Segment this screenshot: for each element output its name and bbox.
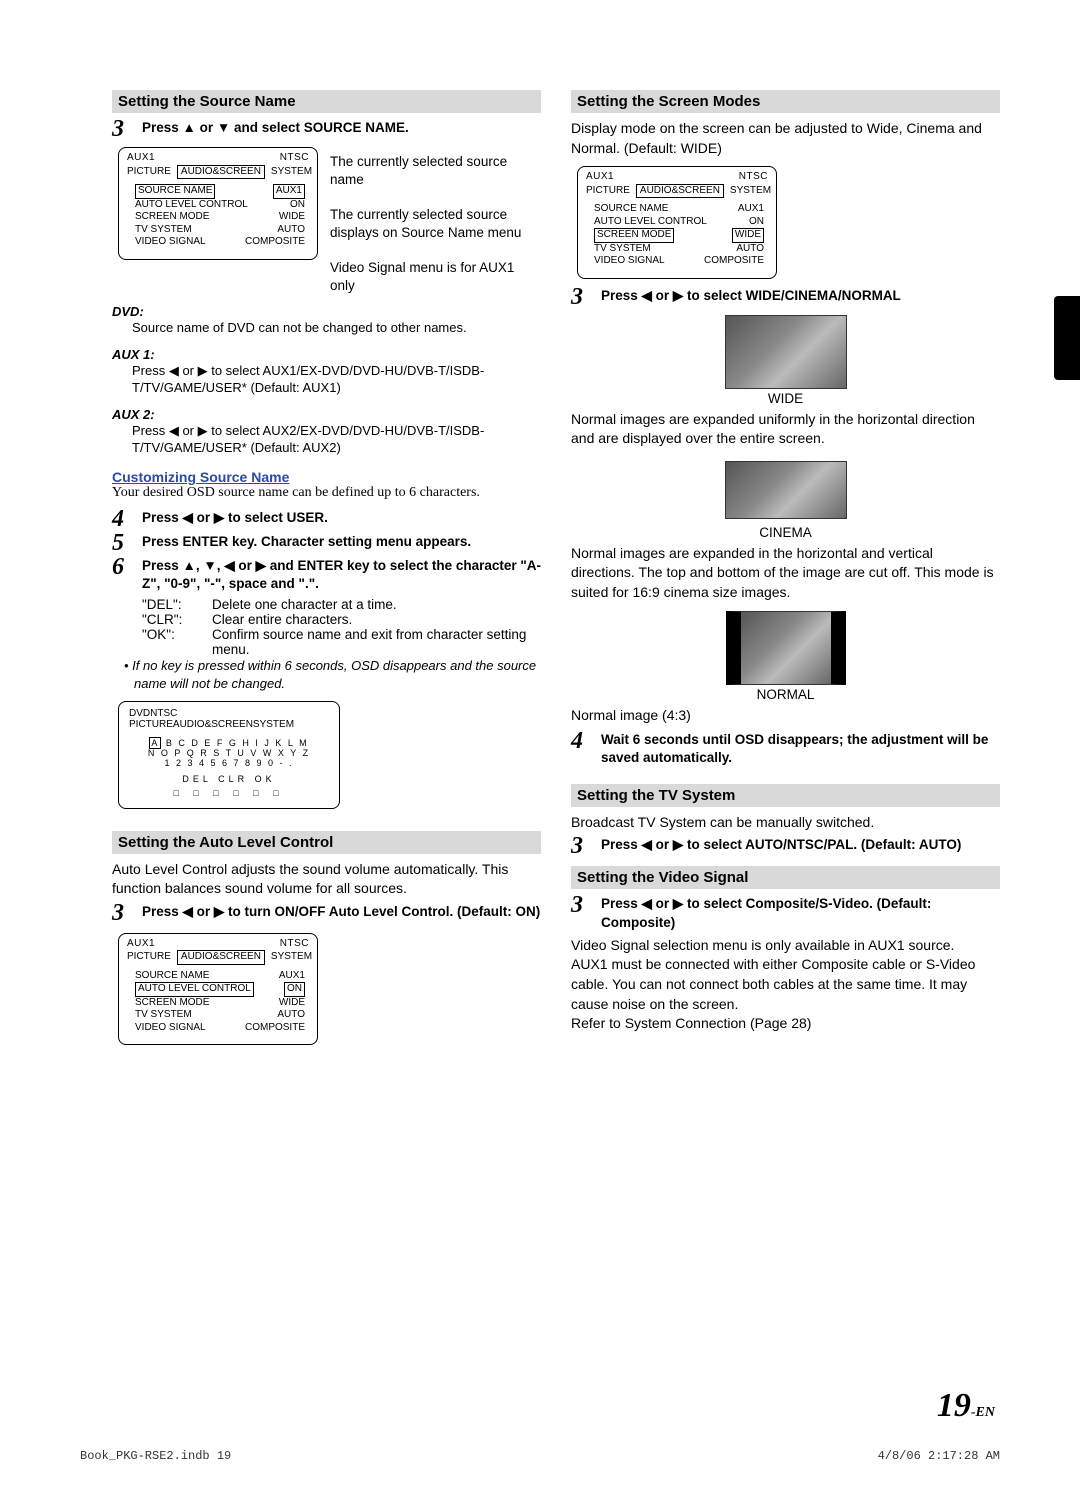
caption-2: The currently selected source displays o… [330,206,541,241]
screen-modes-body: Display mode on the screen can be adjust… [571,119,1000,158]
osd-char-entry: DVDNTSC PICTUREAUDIO&SCREENSYSTEM AA B C… [118,701,340,809]
side-tab [1054,296,1080,380]
aux2-body: Press ◀ or ▶ to select AUX2/EX-DVD/DVD-H… [132,422,541,457]
alc-step-3: 3 [112,903,132,923]
alc-body: Auto Level Control adjusts the sound vol… [112,860,541,899]
cmd-table: "DEL":Delete one character at a time. "C… [142,597,541,657]
step-3-text: Press ▲ or ▼ and select SOURCE NAME. [142,119,409,139]
step-6: 6 [112,557,132,593]
footer-right: 4/8/06 2:17:28 AM [878,1449,1000,1463]
footer: Book_PKG-RSE2.indb 19 4/8/06 2:17:28 AM [80,1449,1000,1463]
cinema-body: Normal images are expanded in the horizo… [571,544,1000,603]
section-tv-system: Setting the TV System [571,784,1000,807]
caption-3: Video Signal menu is for AUX1 only [330,259,541,294]
step-6-text: Press ▲, ▼, ◀ or ▶ and ENTER key to sele… [142,557,541,593]
sm-step-4: 4 [571,731,591,767]
right-column: Setting the Screen Modes Display mode on… [571,90,1000,1045]
osd-screen-mode: AUX1NTSC PICTUREAUDIO&SCREENSYSTEM SOURC… [577,166,777,279]
customizing-heading: Customizing Source Name [112,469,541,485]
sm-step-4-text: Wait 6 seconds until OSD disappears; the… [601,731,1000,767]
page-number: 19-EN [937,1387,995,1425]
step-4: 4 [112,509,132,529]
note-osd-timeout: • If no key is pressed within 6 seconds,… [134,657,541,692]
tv-step-3-text: Press ◀ or ▶ to select AUTO/NTSC/PAL. (D… [601,836,961,856]
section-video-signal: Setting the Video Signal [571,866,1000,889]
normal-label: NORMAL [571,687,1000,702]
osd-source-name: AUX1NTSC PICTUREAUDIO&SCREENSYSTEM SOURC… [118,147,318,260]
step-4-text: Press ◀ or ▶ to select USER. [142,509,328,529]
step-3: 3 [112,119,132,139]
wide-body: Normal images are expanded uniformly in … [571,410,1000,449]
wide-label: WIDE [571,391,1000,406]
left-column: Setting the Source Name 3 Press ▲ or ▼ a… [112,90,541,1045]
dvd-body: Source name of DVD can not be changed to… [132,319,541,337]
osd-auto-level: AUX1NTSC PICTUREAUDIO&SCREENSYSTEM SOURC… [118,933,318,1046]
alc-step-3-text: Press ◀ or ▶ to turn ON/OFF Auto Level C… [142,903,540,923]
aux1-heading: AUX 1: [112,347,541,362]
normal-body: Normal image (4:3) [571,706,1000,726]
section-screen-modes: Setting the Screen Modes [571,90,1000,113]
vs-step-3: 3 [571,895,591,931]
customizing-body: Your desired OSD source name can be defi… [112,485,541,501]
vs-step-3-text: Press ◀ or ▶ to select Composite/S-Video… [601,895,1000,931]
aux2-heading: AUX 2: [112,407,541,422]
wide-image [725,315,847,389]
cinema-label: CINEMA [571,525,1000,540]
normal-image [726,611,846,685]
vs-body: Video Signal selection menu is only avai… [571,936,1000,1034]
cinema-image [725,461,847,519]
step-5: 5 [112,533,132,553]
footer-left: Book_PKG-RSE2.indb 19 [80,1449,231,1463]
caption-1: The currently selected source name [330,153,541,188]
step-5-text: Press ENTER key. Character setting menu … [142,533,471,553]
tv-body: Broadcast TV System can be manually swit… [571,813,1000,833]
dvd-heading: DVD: [112,304,541,319]
sm-step-3: 3 [571,287,591,307]
section-auto-level: Setting the Auto Level Control [112,831,541,854]
section-source-name: Setting the Source Name [112,90,541,113]
sm-step-3-text: Press ◀ or ▶ to select WIDE/CINEMA/NORMA… [601,287,901,307]
aux1-body: Press ◀ or ▶ to select AUX1/EX-DVD/DVD-H… [132,362,541,397]
tv-step-3: 3 [571,836,591,856]
